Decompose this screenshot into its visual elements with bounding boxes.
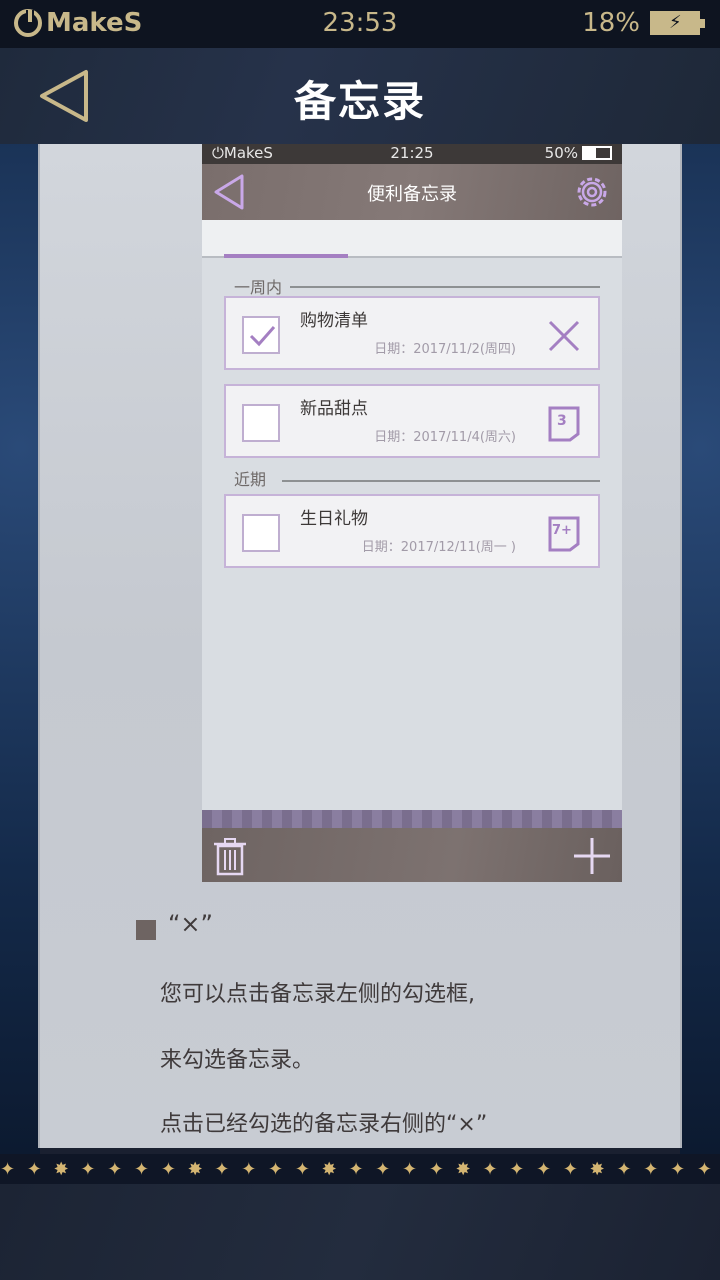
mockup-tab-bar xyxy=(202,220,622,258)
memo-checkbox xyxy=(242,514,280,552)
memo-date: 日期：2017/12/11(周一 ) xyxy=(361,540,516,555)
app-screenshot-mockup: ⏻MakeS 21:25 50% 便利备忘录 一周内 购物清单 日期：2017/… xyxy=(202,144,622,882)
memo-checkbox xyxy=(242,316,280,354)
help-heading: “×” xyxy=(168,910,213,938)
memo-title: 生日礼物 xyxy=(300,509,368,529)
memo-card: 购物清单 日期：2017/11/2(周四) xyxy=(224,296,600,370)
close-icon xyxy=(548,320,580,352)
section-divider xyxy=(282,480,600,482)
title-bar: 备忘录 xyxy=(0,48,720,144)
memo-title: 新品甜点 xyxy=(300,399,368,419)
memo-date: 日期：2017/11/2(周四) xyxy=(374,342,516,357)
mockup-tab-indicator xyxy=(224,254,348,258)
calendar-3-icon: 3 xyxy=(544,404,584,444)
bottom-background xyxy=(0,1184,720,1280)
decorative-strip xyxy=(202,810,622,828)
battery-charging-icon: ⚡ xyxy=(650,11,705,35)
background-right xyxy=(680,144,720,1154)
memo-card: 新品甜点 日期：2017/11/4(周六) 3 xyxy=(224,384,600,458)
status-bar: MakeS 23:53 18% ⚡ xyxy=(0,0,720,48)
battery-status: 18% ⚡ xyxy=(582,8,705,38)
section-divider xyxy=(290,286,600,288)
content-panel[interactable]: ⏻MakeS 21:25 50% 便利备忘录 一周内 购物清单 日期：2017/… xyxy=(38,144,682,1148)
section-label-recent: 近期 xyxy=(234,470,267,489)
memo-date: 日期：2017/11/4(周六) xyxy=(374,430,516,445)
gear-icon xyxy=(577,177,607,207)
calendar-7plus-icon: 7+ xyxy=(544,514,584,554)
memo-card: 生日礼物 日期：2017/12/11(周一 ) 7+ xyxy=(224,494,600,568)
memo-checkbox xyxy=(242,404,280,442)
memo-title: 购物清单 xyxy=(300,311,368,331)
check-icon xyxy=(249,326,276,347)
battery-percent: 18% xyxy=(582,8,640,38)
plus-icon xyxy=(574,838,610,874)
help-line: 来勾选备忘录。 xyxy=(160,1048,315,1073)
section-label-week: 一周内 xyxy=(234,278,283,297)
help-line: 您可以点击备忘录左侧的勾选框, xyxy=(160,982,475,1007)
bullet-square-icon xyxy=(136,920,156,940)
mockup-header: 便利备忘录 xyxy=(202,164,622,220)
mockup-battery: 50% xyxy=(545,144,612,162)
mockup-status-bar: ⏻MakeS 21:25 50% xyxy=(202,144,622,164)
help-line: 点击已经勾选的备忘录右侧的“×” xyxy=(160,1112,488,1137)
star-decoration-strip: ✦ ✦ ✸ ✦ ✦ ✦ ✦ ✸ ✦ ✦ ✦ ✦ ✸ ✦ ✦ ✦ ✦ ✸ ✦ ✦ … xyxy=(0,1154,720,1184)
mockup-battery-icon xyxy=(582,146,612,160)
mockup-footer xyxy=(202,828,622,882)
trash-icon xyxy=(214,838,246,876)
background-left xyxy=(0,144,40,1154)
mockup-title: 便利备忘录 xyxy=(367,184,457,205)
page-title: 备忘录 xyxy=(293,77,426,126)
